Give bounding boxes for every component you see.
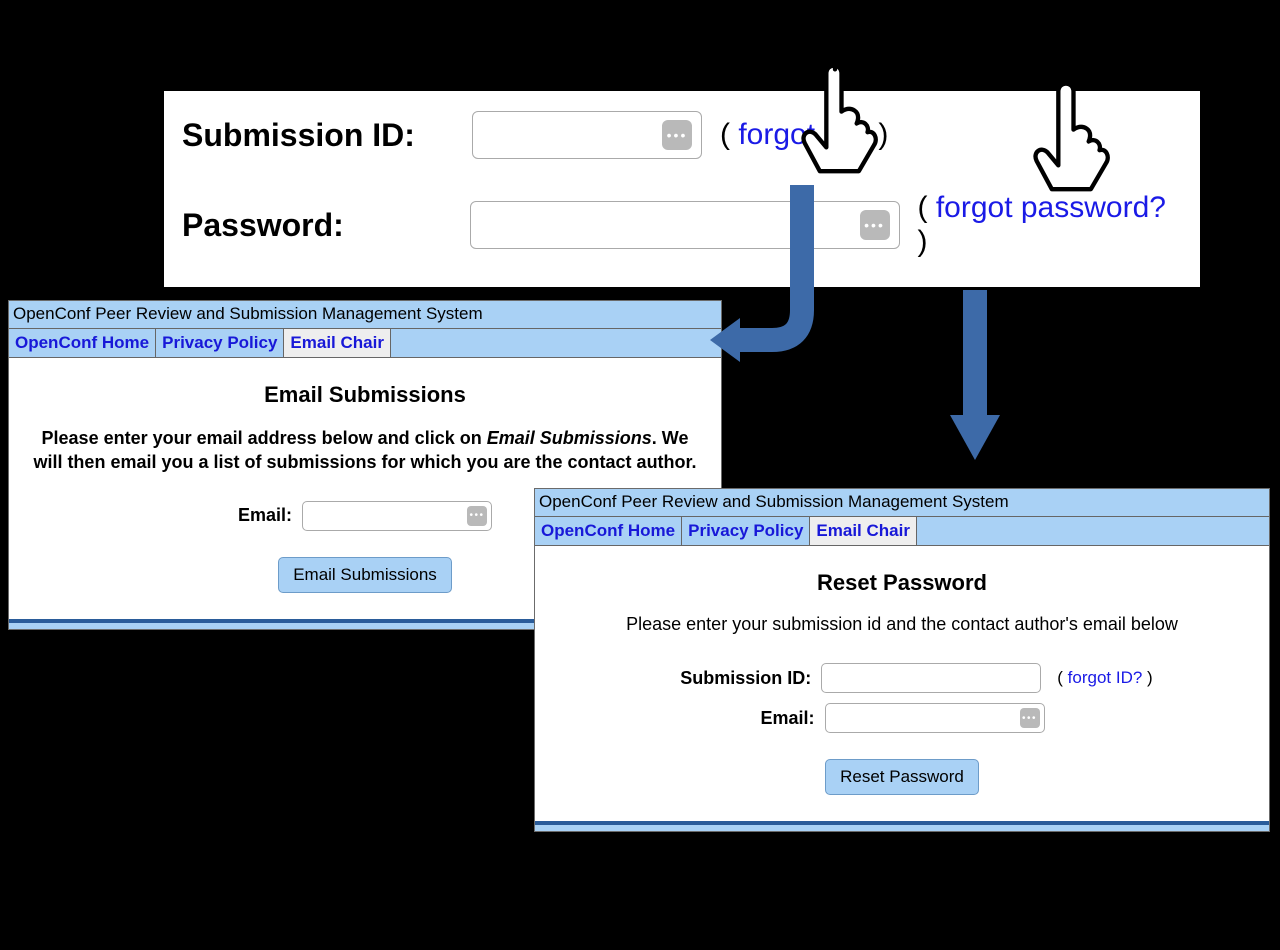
instructions: Please enter your submission id and the … — [553, 614, 1251, 635]
page-heading: Reset Password — [553, 570, 1251, 596]
keychain-icon: ••• — [860, 210, 890, 240]
nav-email-chair-link[interactable]: Email Chair — [810, 517, 917, 545]
instructions: Please enter your email address below an… — [27, 426, 703, 475]
password-label: Password: — [182, 207, 470, 244]
reset-password-button[interactable]: Reset Password — [825, 759, 979, 795]
nav-email-chair-link[interactable]: Email Chair — [284, 329, 391, 357]
forgot-id-wrapper: ( forgot ID? ) — [1057, 668, 1152, 688]
keychain-icon: ••• — [1020, 708, 1040, 728]
page-heading: Email Submissions — [27, 382, 703, 408]
email-input[interactable] — [302, 501, 492, 531]
forgot-pw-wrapper: ( forgot password? ) — [918, 191, 1183, 259]
password-input[interactable] — [470, 201, 900, 249]
submission-id-label: Submission ID: — [651, 668, 811, 689]
forgot-id-link[interactable]: forgot ID? — [1068, 668, 1143, 687]
footer-bar — [535, 821, 1269, 831]
pointer-hand-icon — [780, 52, 890, 182]
submission-id-label: Submission ID: — [182, 117, 472, 154]
nav-home-link[interactable]: OpenConf Home — [535, 517, 682, 545]
banner-text: OpenConf Peer Review and Submission Mana… — [9, 301, 721, 329]
nav-privacy-link[interactable]: Privacy Policy — [682, 517, 810, 545]
banner-text: OpenConf Peer Review and Submission Mana… — [535, 489, 1269, 517]
email-label: Email: — [655, 708, 815, 729]
email-label: Email: — [238, 505, 292, 526]
pointer-hand-icon — [1012, 70, 1122, 200]
nav-bar: OpenConf Home Privacy Policy Email Chair — [9, 329, 721, 358]
nav-home-link[interactable]: OpenConf Home — [9, 329, 156, 357]
email-submissions-button[interactable]: Email Submissions — [278, 557, 452, 593]
nav-bar: OpenConf Home Privacy Policy Email Chair — [535, 517, 1269, 546]
keychain-icon: ••• — [662, 120, 692, 150]
keychain-icon: ••• — [467, 506, 487, 526]
submission-id-input[interactable] — [821, 663, 1041, 693]
email-input[interactable] — [825, 703, 1045, 733]
nav-privacy-link[interactable]: Privacy Policy — [156, 329, 284, 357]
reset-password-panel: OpenConf Peer Review and Submission Mana… — [534, 488, 1270, 832]
